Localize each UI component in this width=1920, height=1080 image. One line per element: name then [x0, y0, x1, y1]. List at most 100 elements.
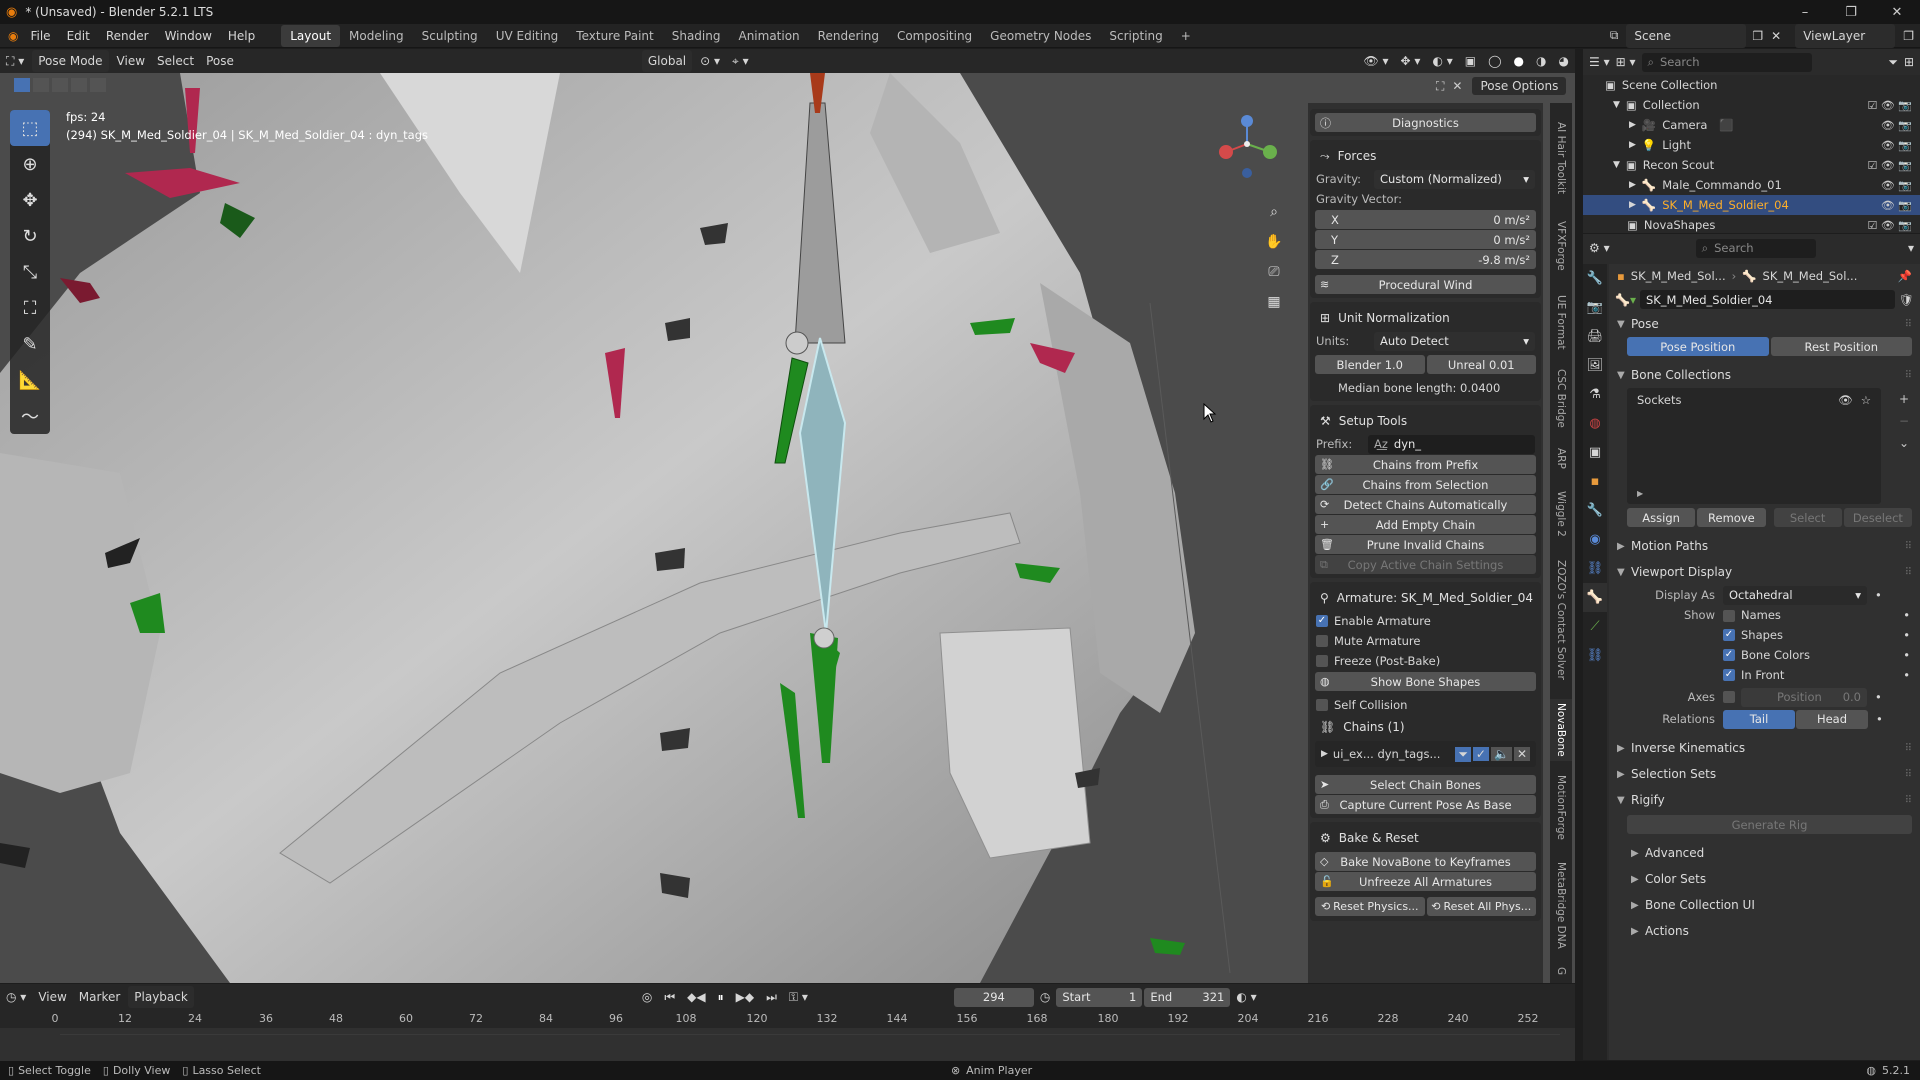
editor-type-icon[interactable]: ⛶ ▾: [0, 50, 30, 72]
display-mode-icon[interactable]: ⊞ ▾: [1616, 55, 1636, 69]
transform-tool-icon[interactable]: ⛶: [10, 290, 50, 326]
bone-collections-list[interactable]: Sockets 👁 ☆ ▶: [1627, 388, 1881, 504]
constraint-tab-icon[interactable]: ⛓: [1583, 554, 1607, 583]
world-tab-icon[interactable]: ◍: [1583, 409, 1607, 438]
start-frame-field[interactable]: Start 1: [1056, 987, 1143, 1007]
datablock-type-icon[interactable]: 🦴▾: [1615, 293, 1636, 307]
bake-keyframes-button[interactable]: ◇ Bake NovaBone to Keyframes: [1315, 852, 1536, 871]
outliner-row-recon-scout[interactable]: ▼ ▣ Recon Scout ☑ 👁 📷: [1583, 155, 1920, 175]
tab-ai-hair-toolkit[interactable]: AI Hair Toolkit: [1550, 117, 1572, 199]
freeze-checkbox[interactable]: Freeze (Post-Bake): [1310, 651, 1541, 671]
names-checkbox[interactable]: Names: [1723, 608, 1781, 622]
select-box-tool-icon[interactable]: ⬚: [10, 110, 50, 146]
snap-icon[interactable]: ⌖ ▾: [726, 50, 755, 72]
new-scene-icon[interactable]: ❐: [1752, 29, 1763, 43]
jump-next-keyframe-icon[interactable]: ▶◆: [730, 986, 760, 1008]
transform-orientation-selector[interactable]: Global: [641, 50, 693, 72]
relations-tail-button[interactable]: Tail: [1723, 709, 1795, 729]
select-new-icon[interactable]: [14, 78, 30, 92]
tab-sculpting[interactable]: Sculpting: [413, 25, 487, 47]
navigation-gizmo[interactable]: [1212, 109, 1282, 179]
tab-wiggle-2[interactable]: Wiggle 2: [1550, 487, 1572, 541]
bone-constraint-tab-icon[interactable]: ⛓: [1583, 641, 1607, 670]
gizmo-icon[interactable]: ✥ ▾: [1395, 50, 1427, 72]
preview-range-icon[interactable]: ◷: [1034, 986, 1056, 1008]
scale-tool-icon[interactable]: ⤡: [10, 254, 50, 290]
chain-sound-icon[interactable]: 🔈: [1490, 747, 1512, 761]
fake-user-icon[interactable]: 🛡: [1899, 293, 1914, 307]
xray-icon[interactable]: ▣: [1459, 50, 1482, 72]
tab-geometry-nodes[interactable]: Geometry Nodes: [981, 25, 1100, 47]
pose-panel-header[interactable]: ▼ Pose ⠿: [1609, 311, 1920, 337]
bone-envelope-tool-icon[interactable]: 〜: [10, 398, 50, 434]
bone-collection-item-sockets[interactable]: Sockets 👁 ☆: [1627, 388, 1881, 412]
outliner-row-camera[interactable]: ▶ 🎥 Camera ⬛ 👁 📷: [1583, 115, 1920, 135]
outliner-row-scene-collection[interactable]: ▣ Scene Collection: [1583, 75, 1920, 95]
timeline-editor-type-icon[interactable]: ◷ ▾: [0, 986, 32, 1008]
annotate-tool-icon[interactable]: ✎: [10, 326, 50, 362]
end-frame-field[interactable]: End 321: [1144, 987, 1231, 1007]
scene-selector[interactable]: Scene: [1626, 23, 1747, 48]
menu-file[interactable]: File: [22, 24, 58, 48]
menu-help[interactable]: Help: [220, 24, 263, 48]
outliner-row-collection[interactable]: ▼ ▣ Collection ☑ 👁 📷: [1583, 95, 1920, 115]
tab-zozo-contact-solver[interactable]: ZOZO's Contact Solver: [1550, 555, 1572, 685]
close-icon[interactable]: ✕: [1874, 5, 1920, 20]
pivot-icon[interactable]: ⊙ ▾: [694, 50, 726, 72]
timeline-ruler[interactable]: 0 12 24 36 48 60 72 84 96 108 120 132 14…: [0, 1010, 1575, 1028]
outliner-row-light[interactable]: ▶ 💡 Light 👁 📷: [1583, 135, 1920, 155]
shapes-checkbox[interactable]: ✓ Shapes •: [1609, 625, 1920, 645]
chain-filter-icon[interactable]: ⏷: [1455, 746, 1471, 762]
select-extend-icon[interactable]: [33, 78, 49, 92]
generate-rig-button[interactable]: Generate Rig: [1627, 815, 1912, 834]
bone-colors-checkbox[interactable]: ✓ Bone Colors •: [1609, 645, 1920, 665]
diagnostics-button[interactable]: ⓘ Diagnostics: [1315, 113, 1536, 132]
shading-material-icon[interactable]: ◑: [1530, 50, 1552, 72]
self-collision-checkbox[interactable]: Self Collision: [1310, 695, 1541, 715]
properties-search-input[interactable]: ⌕ Search: [1695, 238, 1816, 258]
modifier-tab-icon[interactable]: 🔧: [1583, 496, 1607, 525]
tab-texture-paint[interactable]: Texture Paint: [567, 25, 662, 47]
detect-chains-button[interactable]: ⟳ Detect Chains Automatically: [1315, 495, 1536, 514]
show-bone-shapes-button[interactable]: ◍ Show Bone Shapes: [1315, 672, 1536, 691]
object-tab-icon[interactable]: ▪: [1583, 467, 1607, 496]
timeline-menu-marker[interactable]: Marker: [73, 986, 126, 1008]
rest-position-button[interactable]: Rest Position: [1770, 337, 1912, 356]
tab-g[interactable]: G: [1550, 963, 1572, 979]
delete-scene-icon[interactable]: ✕: [1771, 29, 1781, 43]
menu-select[interactable]: Select: [151, 50, 200, 72]
select-invert-icon[interactable]: [71, 78, 87, 92]
outliner-row-novashapes[interactable]: ▣ NovaShapes ☑ 👁 📷: [1583, 215, 1920, 235]
pose-options-dropdown[interactable]: Pose Options: [1472, 77, 1567, 95]
pan-hand-icon[interactable]: ✋: [1262, 227, 1286, 257]
add-empty-chain-button[interactable]: + Add Empty Chain: [1315, 515, 1536, 534]
tool-tab-icon[interactable]: 🔧: [1583, 264, 1607, 293]
reset-all-physics-button[interactable]: ⟲ Reset All Phys...: [1426, 897, 1536, 916]
output-tab-icon[interactable]: 🖨: [1583, 322, 1607, 351]
tab-novabone[interactable]: NovaBone: [1550, 699, 1572, 761]
assign-button[interactable]: Assign: [1627, 508, 1696, 527]
tab-layout[interactable]: Layout: [281, 24, 341, 47]
selection-sets-panel-header[interactable]: ▶ Selection Sets ⠿: [1609, 761, 1920, 787]
inverse-kinematics-panel-header[interactable]: ▶ Inverse Kinematics ⠿: [1609, 735, 1920, 761]
measure-tool-icon[interactable]: 📐: [10, 362, 50, 398]
prefix-input[interactable]: A͟z dyn_: [1368, 434, 1535, 454]
timeline-overlay-icon[interactable]: ◐ ▾: [1230, 986, 1262, 1008]
outliner-editor-type-icon[interactable]: ☰ ▾: [1589, 55, 1610, 69]
tab-uv-editing[interactable]: UV Editing: [487, 25, 568, 47]
rigify-color-sets-header[interactable]: ▶ Color Sets: [1609, 866, 1920, 892]
list-expand-icon[interactable]: ▶: [1637, 489, 1643, 498]
bone-tab-icon[interactable]: ⟋: [1583, 612, 1607, 641]
gravity-x-field[interactable]: X0 m/s²: [1315, 210, 1536, 229]
chains-from-prefix-button[interactable]: ⛓ Chains from Prefix: [1315, 455, 1536, 474]
capture-pose-button[interactable]: ⎙ Capture Current Pose As Base: [1315, 795, 1536, 814]
mute-armature-checkbox[interactable]: Mute Armature: [1310, 631, 1541, 651]
pose-position-button[interactable]: Pose Position: [1627, 337, 1769, 356]
jump-start-icon[interactable]: ⏮: [658, 986, 681, 1008]
render-tab-icon[interactable]: 📷: [1583, 293, 1607, 322]
minimize-icon[interactable]: –: [1782, 5, 1828, 20]
enable-armature-checkbox[interactable]: ✓ Enable Armature: [1310, 611, 1541, 631]
maximize-icon[interactable]: ❐: [1828, 5, 1874, 20]
remove-bone-collection-icon[interactable]: −: [1896, 410, 1912, 432]
display-as-dropdown[interactable]: Octahedral ▾: [1723, 585, 1867, 605]
